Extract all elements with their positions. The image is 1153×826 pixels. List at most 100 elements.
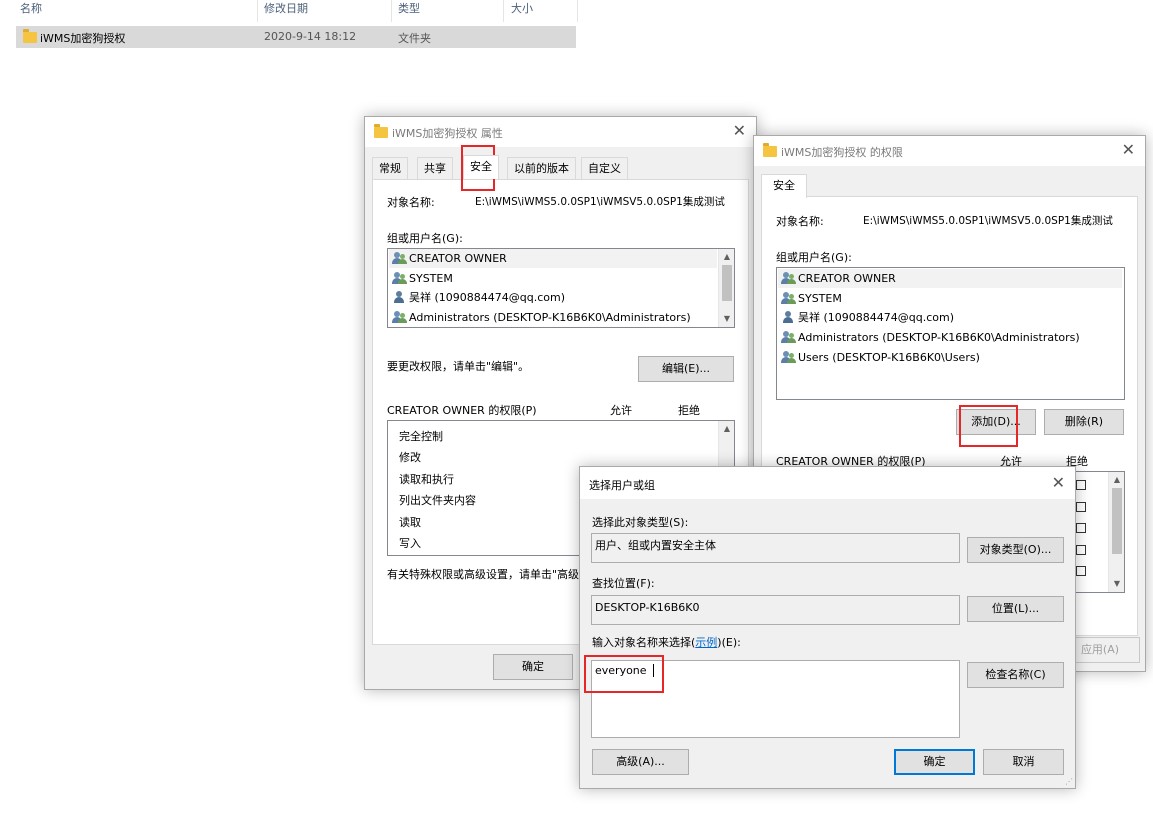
tab-previous-versions[interactable]: 以前的版本 (507, 157, 576, 179)
user-icon (392, 290, 407, 304)
scroll-down-icon[interactable]: ▼ (719, 312, 734, 326)
dialog-title: 选择用户或组 (589, 479, 655, 492)
examples-link[interactable]: 示例 (695, 636, 717, 649)
user-list[interactable]: CREATOR OWNER SYSTEM 吴祥 (1090884474@qq.c… (776, 267, 1125, 400)
deny-checkbox[interactable] (1076, 545, 1086, 555)
advanced-button[interactable]: 高级(A)... (592, 749, 689, 775)
list-item[interactable]: Administrators (DESKTOP-K16B6K0\Administ… (781, 328, 1080, 347)
resize-grip-icon[interactable]: ⋰ (1065, 777, 1073, 786)
edit-button[interactable]: 编辑(E)... (638, 356, 734, 382)
list-item-label: Administrators (DESKTOP-K16B6K0\Administ… (798, 331, 1080, 344)
user-list[interactable]: CREATOR OWNER SYSTEM 吴祥 (1090884474@qq.c… (387, 248, 735, 328)
list-item[interactable]: CREATOR OWNER (778, 269, 1122, 288)
permission-name: 列出文件夹内容 (399, 494, 476, 507)
column-divider[interactable] (257, 0, 258, 22)
check-names-button[interactable]: 检查名称(C) (967, 662, 1064, 688)
group-icon (781, 291, 796, 305)
scroll-up-icon[interactable]: ▲ (1109, 473, 1124, 487)
group-icon (781, 350, 796, 364)
object-type-label: 选择此对象类型(S): (592, 516, 689, 529)
permission-name: 完全控制 (399, 430, 443, 443)
column-header-name[interactable]: 名称 (20, 0, 42, 22)
deny-checkbox[interactable] (1076, 566, 1086, 576)
permissions-label: CREATOR OWNER 的权限(P) (387, 404, 537, 417)
file-modified: 2020-9-14 18:12 (264, 30, 357, 43)
file-row-selected[interactable]: iWMS加密狗授权 2020-9-14 18:12 文件夹 (16, 26, 576, 48)
enter-names-label: 输入对象名称来选择(示例)(E): (592, 634, 741, 650)
scroll-down-icon[interactable]: ▼ (1109, 577, 1124, 591)
remove-button[interactable]: 删除(R) (1044, 409, 1124, 435)
locations-button[interactable]: 位置(L)... (967, 596, 1064, 622)
column-divider[interactable] (503, 0, 504, 22)
column-header-size[interactable]: 大小 (511, 0, 533, 22)
folder-icon (23, 29, 37, 43)
column-header-type[interactable]: 类型 (398, 0, 420, 22)
tab-general[interactable]: 常规 (372, 157, 408, 179)
tab-security[interactable]: 安全 (463, 155, 499, 179)
list-item[interactable]: SYSTEM (781, 289, 842, 308)
list-item[interactable]: Administrators (DESKTOP-K16B6K0\Administ… (392, 308, 691, 327)
title-bar: iWMS加密狗授权 的权限 ✕ (754, 136, 1145, 166)
tab-bar: 安全 (761, 174, 1141, 198)
list-item-label: Users (DESKTOP-K16B6K0\Users) (798, 351, 980, 364)
tab-security[interactable]: 安全 (761, 174, 807, 198)
column-header-modified[interactable]: 修改日期 (264, 0, 308, 22)
deny-checkbox[interactable] (1076, 523, 1086, 533)
scroll-up-icon[interactable]: ▲ (719, 422, 734, 436)
scroll-thumb[interactable] (1112, 488, 1122, 554)
title-bar: 选择用户或组 ✕ (580, 467, 1075, 499)
select-users-dialog: 选择用户或组 ✕ 选择此对象类型(S): 用户、组或内置安全主体 对象类型(O)… (579, 466, 1076, 789)
group-icon (392, 271, 407, 285)
permission-name: 读取和执行 (399, 473, 454, 486)
object-name-value: E:\iWMS\iWMS5.0.0SP1\iWMSV5.0.0SP1集成测试 (863, 215, 1113, 227)
scrollbar[interactable]: ▲ ▼ (718, 249, 734, 327)
location-field: DESKTOP-K16B6K0 (591, 595, 960, 625)
close-icon[interactable]: ✕ (733, 121, 746, 140)
ok-button[interactable]: 确定 (894, 749, 975, 775)
object-name-label: 对象名称: (387, 196, 435, 209)
close-icon[interactable]: ✕ (1122, 140, 1135, 159)
deny-checkbox[interactable] (1076, 502, 1086, 512)
list-item-label: CREATOR OWNER (798, 272, 896, 285)
scroll-thumb[interactable] (722, 265, 732, 301)
list-item[interactable]: 吴祥 (1090884474@qq.com) (781, 308, 954, 327)
allow-header: 允许 (610, 404, 632, 417)
list-item[interactable]: SYSTEM (392, 269, 453, 288)
dialog-title: iWMS加密狗授权 属性 (392, 127, 503, 140)
location-label: 查找位置(F): (592, 577, 655, 590)
tab-sharing[interactable]: 共享 (417, 157, 453, 179)
list-item[interactable]: 吴祥 (1090884474@qq.com) (392, 288, 565, 307)
list-item-label: SYSTEM (409, 272, 453, 285)
user-icon (781, 310, 796, 324)
column-divider[interactable] (577, 0, 578, 22)
object-type-field: 用户、组或内置安全主体 (591, 533, 960, 563)
group-icon (392, 310, 407, 324)
ok-button[interactable]: 确定 (493, 654, 573, 680)
change-hint: 要更改权限，请单击"编辑"。 (387, 360, 530, 373)
tab-bar: 常规 共享 安全 以前的版本 自定义 (372, 155, 752, 179)
special-hint: 有关特殊权限或高级设置，请单击"高级 (387, 568, 580, 581)
title-bar: iWMS加密狗授权 属性 ✕ (365, 117, 756, 147)
highlight-add-button (959, 405, 1018, 447)
deny-checkbox[interactable] (1076, 480, 1086, 490)
scrollbar[interactable]: ▲ ▼ (1108, 472, 1124, 592)
tab-customize[interactable]: 自定义 (581, 157, 628, 179)
list-item-label: 吴祥 (1090884474@qq.com) (798, 311, 955, 324)
file-type: 文件夹 (398, 32, 431, 45)
cancel-button[interactable]: 取消 (983, 749, 1064, 775)
deny-header: 拒绝 (678, 404, 700, 417)
highlight-input (584, 655, 664, 693)
list-item[interactable]: Users (DESKTOP-K16B6K0\Users) (781, 348, 980, 367)
list-item-label: Administrators (DESKTOP-K16B6K0\Administ… (409, 311, 691, 324)
list-item-label: CREATOR OWNER (409, 252, 507, 265)
object-types-button[interactable]: 对象类型(O)... (967, 537, 1064, 563)
permission-name: 修改 (399, 451, 421, 464)
list-item[interactable]: CREATOR OWNER (389, 249, 717, 268)
enter-names-label-text: 输入对象名称来选择( (592, 636, 696, 649)
permission-name: 写入 (399, 537, 421, 550)
object-name-label: 对象名称: (776, 215, 824, 228)
group-label: 组或用户名(G): (387, 232, 463, 245)
scroll-up-icon[interactable]: ▲ (719, 250, 734, 264)
close-icon[interactable]: ✕ (1052, 473, 1065, 492)
column-divider[interactable] (391, 0, 392, 22)
